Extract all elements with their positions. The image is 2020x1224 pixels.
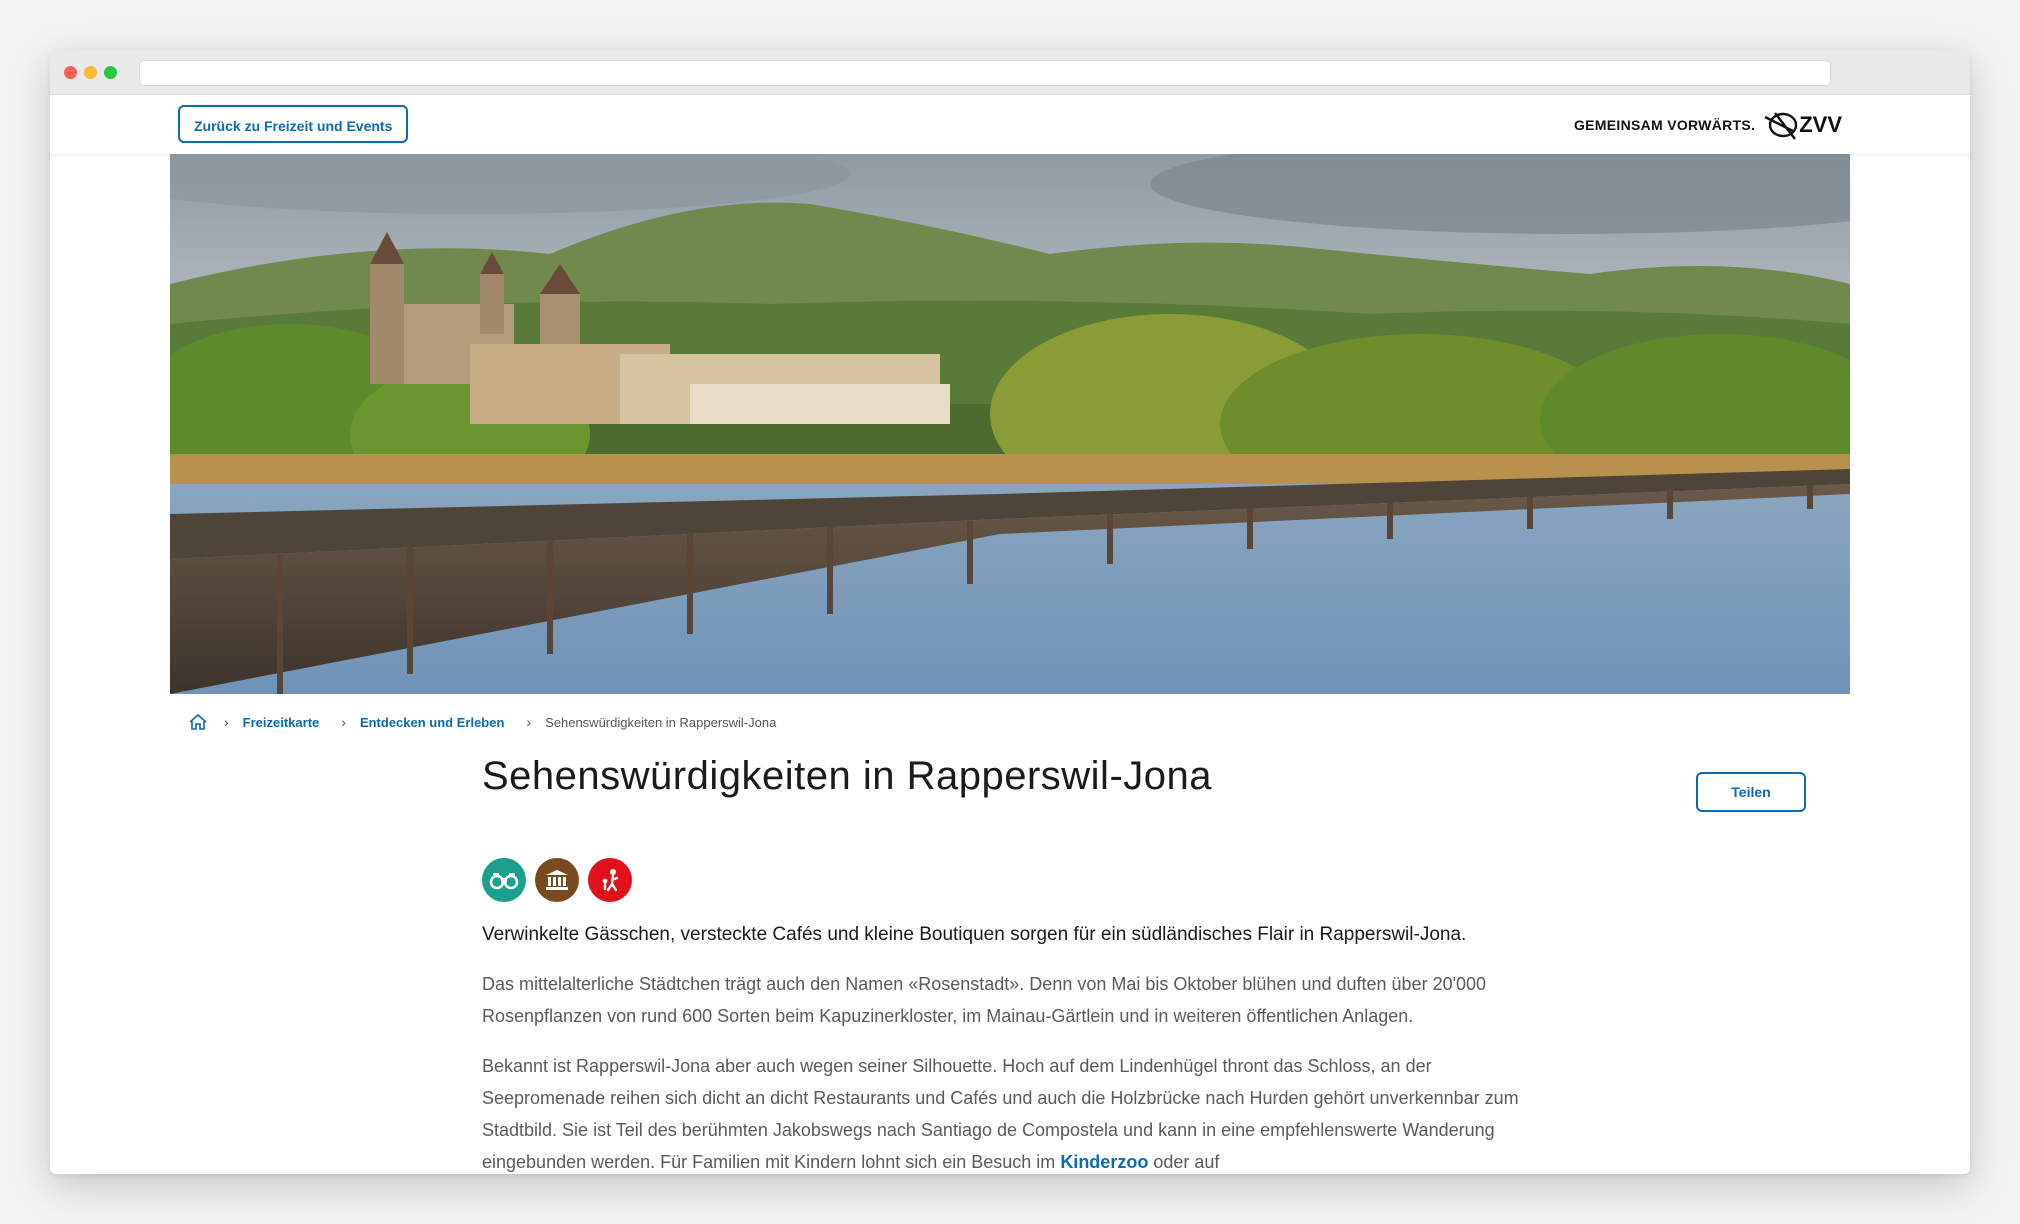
brand-tagline: GEMEINSAM VORWÄRTS.: [1573, 117, 1756, 133]
lake-town-landscape-image: [170, 154, 1850, 694]
lead-text: Verwinkelte Gässchen, versteckte Cafés u…: [482, 924, 1467, 945]
paragraph-silhouette: Bekannt ist Rapperswil-Jona aber auch we…: [482, 1050, 1522, 1174]
chevron-right-icon: ›: [341, 714, 346, 730]
zvv-logo: ZVV: [1763, 109, 1842, 141]
brand[interactable]: GEMEINSAM VORWÄRTS. ZVV: [1574, 109, 1842, 141]
browser-window: Zurück zu Freizeit und Events GEMEINSAM …: [50, 50, 1970, 1174]
logo-text: ZVV: [1799, 112, 1842, 137]
browser-chrome: [50, 50, 1970, 95]
share-button[interactable]: Teilen: [1696, 772, 1806, 812]
breadcrumb-item-freizeitkarte[interactable]: Freizeitkarte: [243, 715, 320, 730]
breadcrumb-current: Sehenswürdigkeiten in Rapperswil-Jona: [545, 714, 777, 730]
binoculars-icon: [482, 858, 526, 902]
address-bar[interactable]: [139, 60, 1831, 86]
paragraph-text: Bekannt ist Rapperswil-Jona aber auch we…: [482, 1056, 1519, 1172]
home-icon[interactable]: [188, 713, 208, 731]
paragraph-text-end: oder auf: [1148, 1152, 1220, 1172]
paragraph-rosenstadt: Das mittelalterliche Städtchen trägt auc…: [482, 974, 1487, 1026]
museum-icon: [535, 858, 579, 902]
kinderzoo-link[interactable]: Kinderzoo: [1060, 1152, 1148, 1172]
site-header: Zurück zu Freizeit und Events GEMEINSAM …: [50, 95, 1970, 154]
maximize-window-button[interactable]: [104, 66, 117, 79]
breadcrumb: › Freizeitkarte › Entdecken und Erleben …: [188, 710, 776, 734]
chevron-right-icon: ›: [224, 714, 229, 730]
zvv-emblem-icon: [1764, 112, 1798, 140]
family-icon: [588, 858, 632, 902]
chevron-right-icon: ›: [526, 714, 532, 730]
back-to-events-button[interactable]: Zurück zu Freizeit und Events: [178, 105, 409, 143]
minimize-window-button[interactable]: [84, 66, 97, 79]
page-title: Sehenswürdigkeiten in Rapperswil-Jona: [482, 754, 1213, 798]
hero-image: [170, 154, 1850, 694]
category-icons: [482, 858, 632, 902]
breadcrumb-item-entdecken[interactable]: Entdecken und Erleben: [360, 715, 504, 730]
close-window-button[interactable]: [64, 66, 77, 79]
